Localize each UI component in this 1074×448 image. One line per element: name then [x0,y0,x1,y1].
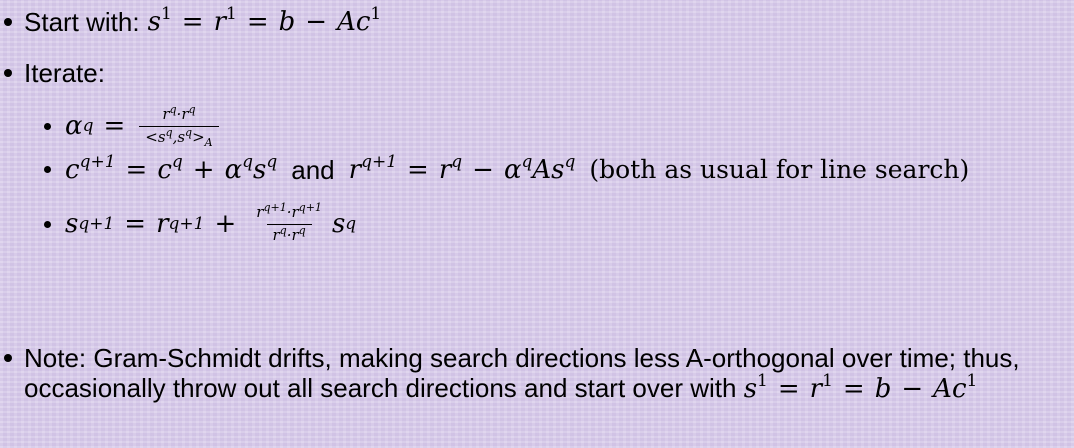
formula-start: s1 = r1 = b − Ac1 [147,4,382,37]
start-label: Start with: [24,6,140,37]
bullet-start: Start with: s1 = r1 = b − Ac1 [4,4,382,37]
beta-fraction: rq+1·rq+1 rq·rq [256,201,322,244]
bullet-dot [4,17,12,26]
and-word: and [291,154,335,185]
slide: Start with: s1 = r1 = b − Ac1 Iterate: α q = rq·… [0,0,1074,448]
iterate-label: Iterate: [24,58,105,88]
sub-bullet-update: cq+1 = cq + αqsq and rq+1 = rq − αqAsq (both as … [44,152,970,185]
bullet-dot [44,220,51,228]
alpha-fraction: rq·rq <sq,sq>A [139,104,219,148]
usual-note: (both as usual for line search) [589,155,970,184]
bullet-dot [4,354,12,362]
bullet-iterate: Iterate: [4,60,105,86]
formula-alpha: α q = rq·rq <sq,sq>A [65,104,223,148]
bullet-dot [44,122,51,130]
bullet-note: Note: Gram-Schmidt drifts, making search… [4,343,1064,404]
bullet-dot [44,166,51,173]
sub-bullet-s-update: s q+1 = r q+1 + rq+1·rq+1 rq·rq sq [44,196,356,252]
formula-s-update: s q+1 = r q+1 + rq+1·rq+1 rq·rq sq [65,201,357,244]
bullet-dot [4,69,12,77]
formula-restart: s1 = r1 = b − Ac1 [743,371,978,405]
formula-r-update: rq+1 = rq − αqAsq [348,152,576,185]
formula-c-update: cq+1 = cq + αqsq [65,152,278,185]
sub-bullet-alpha: α q = rq·rq <sq,sq>A [44,98,223,154]
